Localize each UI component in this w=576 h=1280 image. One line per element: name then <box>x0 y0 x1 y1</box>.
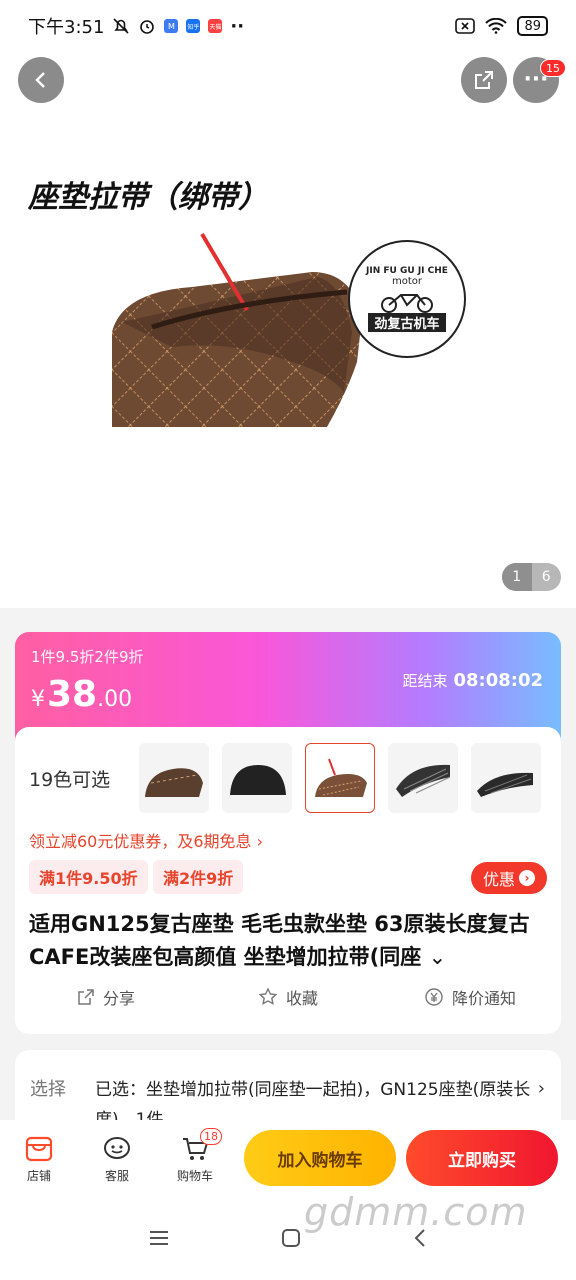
spec-label: 选择 <box>30 1079 66 1100</box>
color-thumb[interactable] <box>471 743 541 813</box>
price-alert-action[interactable]: 降价通知 <box>379 985 561 1009</box>
status-time: 下午3:51 <box>28 17 105 38</box>
seat-illustration <box>112 232 362 427</box>
star-icon <box>258 987 278 1005</box>
discount-tag: 满2件9折 <box>153 860 244 894</box>
menu-icon[interactable] <box>148 1229 170 1251</box>
back-button[interactable] <box>18 57 64 103</box>
chevron-right-icon: › <box>537 1078 545 1099</box>
mute-icon <box>112 17 130 35</box>
color-thumb[interactable] <box>222 743 292 813</box>
share-action[interactable]: 分享 <box>15 985 197 1009</box>
yen-circle-icon <box>425 988 443 1006</box>
countdown: 距结束 08:08:02 <box>402 670 543 691</box>
discount-tag: 满1件9.50折 <box>29 860 148 894</box>
battery-indicator: 89 <box>517 16 548 36</box>
customer-service-button[interactable]: 客服 <box>78 1136 156 1184</box>
brand-logo: JIN FU GU JI CHE motor 劲复古机车 <box>348 240 466 358</box>
product-image-gallery[interactable]: 座垫拉带（绑带） JIN FU GU JI CHE motor 劲复古机车 1 … <box>0 52 576 608</box>
product-title: 适用GN125复古座垫 毛毛虫款坐垫 63原装长度复古CAFE改装座包高颜值 坐… <box>29 912 530 969</box>
pager-total: 6 <box>541 569 551 585</box>
wifi-icon <box>485 18 508 34</box>
color-thumb[interactable] <box>388 743 458 813</box>
zhihu-notification-icon: 知乎 <box>186 19 201 33</box>
product-info-card: 19色可选 领立减60元优惠券，及6期免息 › 满1件9.50折 满2件9折 优… <box>15 727 561 1034</box>
cart-count-badge: 18 <box>200 1128 222 1145</box>
more-dots-icon: ··· <box>523 67 549 92</box>
action-row: 分享 收藏 降价通知 <box>15 985 561 1009</box>
home-icon[interactable] <box>280 1227 302 1253</box>
sim-off-icon <box>455 18 476 34</box>
price-banner: 1件9.5折2件9折 ¥ 38 .00 距结束 08:08:02 <box>15 632 561 742</box>
share-top-button[interactable] <box>461 57 507 103</box>
more-notifications-icon: ·· <box>230 15 245 37</box>
color-thumb[interactable] <box>139 743 209 813</box>
more-badge: 15 <box>540 59 566 77</box>
alarm-icon <box>138 17 156 35</box>
back-arrow-icon <box>35 72 45 88</box>
chat-face-icon <box>104 1137 130 1159</box>
store-button[interactable]: 店铺 <box>0 1136 78 1184</box>
tmall-notification-icon: 天猫 <box>208 19 223 33</box>
store-icon <box>25 1136 53 1162</box>
share-icon <box>78 989 94 1005</box>
watermark: gdmm.com <box>304 1190 528 1234</box>
color-options: 19色可选 <box>29 743 554 813</box>
image-caption: 座垫拉带（绑带） <box>28 180 268 215</box>
status-bar: 下午3:51 M 知乎 天猫 ·· 89 <box>0 0 576 52</box>
image-pager: 1 6 <box>502 563 561 591</box>
bottom-action-bar: 店铺 客服 购物车 18 加入购物车 立即购买 <box>0 1120 576 1200</box>
color-count[interactable]: 19色可选 <box>29 765 139 792</box>
price: ¥ 38 .00 <box>31 674 133 715</box>
color-thumb-selected[interactable] <box>305 743 375 813</box>
cart-button[interactable]: 购物车 18 <box>156 1128 234 1184</box>
discount-button[interactable]: 优惠 › <box>471 862 547 894</box>
app-notification-icon: M <box>164 19 179 33</box>
pager-current: 1 <box>502 563 532 591</box>
favorite-action[interactable]: 收藏 <box>197 985 379 1009</box>
chevron-right-icon: › <box>519 870 535 886</box>
expand-chevron-icon[interactable]: ⌄ <box>429 945 447 969</box>
coupon-link[interactable]: 领立减60元优惠券，及6期免息 › <box>29 828 263 852</box>
share-icon <box>475 71 493 89</box>
motorcycle-icon <box>381 294 433 313</box>
multi-buy-promo: 1件9.5折2件9折 <box>31 648 144 666</box>
add-to-cart-button[interactable]: 加入购物车 <box>244 1130 396 1186</box>
buy-now-button[interactable]: 立即购买 <box>406 1130 558 1186</box>
